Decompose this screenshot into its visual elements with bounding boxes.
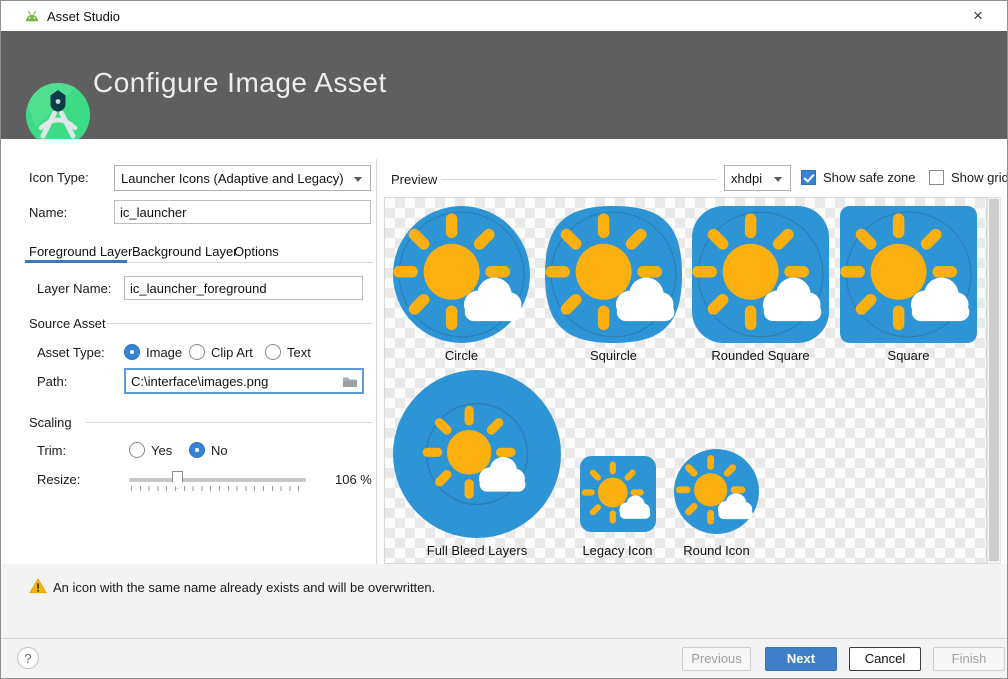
preview-caption: Full Bleed Layers [393,543,561,558]
layer-name-input[interactable] [124,276,363,300]
icon-type-label: Icon Type: [29,170,89,185]
density-value: xhdpi [731,171,762,186]
scaling-line [86,422,372,423]
scaling-title: Scaling [29,415,72,430]
source-asset-line [107,323,372,324]
resize-slider-ticks [131,486,307,491]
show-safe-zone-checkbox[interactable] [801,170,816,185]
scrollbar-thumb[interactable] [989,199,999,561]
cancel-button[interactable]: Cancel [849,647,921,671]
density-dropdown[interactable]: xhdpi [724,165,791,191]
radio-image[interactable] [124,344,140,360]
preview-icon-square [840,206,977,348]
finish-button[interactable]: Finish [933,647,1005,671]
folder-browse-icon[interactable] [342,375,358,393]
path-label: Path: [37,374,67,389]
icon-type-value: Launcher Icons (Adaptive and Legacy) [121,171,344,186]
show-grid-checkbox[interactable] [929,170,944,185]
preview-scrollbar[interactable] [987,197,1001,564]
radio-trim-yes[interactable] [129,442,145,458]
resize-value: 106 % [335,472,372,487]
preview-caption: Rounded Square [692,348,829,363]
panel-divider [376,159,377,564]
icon-type-dropdown[interactable]: Launcher Icons (Adaptive and Legacy) [114,165,371,191]
warning-icon [29,578,47,599]
preview-icon-round [674,449,759,539]
tab-options[interactable]: Options [234,244,279,259]
preview-caption: Square [840,348,977,363]
title-bar: Asset Studio × [1,1,1007,31]
preview-icon-full-bleed [393,370,561,543]
chevron-down-icon [354,177,362,182]
active-tab-underline [25,260,127,263]
tab-background-layer[interactable]: Background Layer [132,244,238,259]
warning-message: An icon with the same name already exist… [53,580,435,595]
page-title: Configure Image Asset [93,67,387,99]
show-grid-label[interactable]: Show grid [951,170,1008,185]
show-safe-zone-label[interactable]: Show safe zone [823,170,916,185]
radio-clip-art-label[interactable]: Clip Art [211,345,253,360]
window-title: Asset Studio [47,9,120,24]
previous-button[interactable]: Previous [682,647,751,671]
preview-icon-squircle [545,206,682,348]
preview-icon-circle [393,206,530,348]
android-logo-icon [23,9,41,28]
radio-clip-art[interactable] [189,344,205,360]
footer-divider [1,638,1007,639]
preview-caption: Squircle [545,348,682,363]
asset-type-label: Asset Type: [37,345,105,360]
preview-panel: Circle Squircle Rounded Square Square Fu… [384,197,987,564]
radio-trim-yes-label[interactable]: Yes [151,443,172,458]
source-asset-title: Source Asset [29,316,106,331]
help-button[interactable]: ? [17,647,39,669]
radio-image-label[interactable]: Image [146,345,182,360]
next-button[interactable]: Next [765,647,837,671]
tab-foreground-layer[interactable]: Foreground Layer [29,244,132,259]
dialog-header: Configure Image Asset [1,31,1007,139]
chevron-down-icon [774,177,782,182]
preview-icon-legacy [580,456,656,537]
path-input[interactable] [124,368,364,394]
close-button[interactable]: × [963,5,993,27]
resize-slider-track[interactable] [129,478,306,482]
radio-trim-no-label[interactable]: No [211,443,228,458]
asset-studio-dialog: Asset Studio × Configure Image Asset Ico… [0,0,1008,679]
name-label: Name: [29,205,67,220]
preview-icon-rounded-square [692,206,829,348]
preview-title: Preview [391,172,437,187]
layer-name-label: Layer Name: [37,281,111,296]
trim-label: Trim: [37,443,66,458]
preview-line [441,179,717,180]
preview-caption: Legacy Icon [560,543,675,558]
radio-text-label[interactable]: Text [287,345,311,360]
preview-caption: Circle [393,348,530,363]
preview-caption: Round Icon [669,543,764,558]
radio-text[interactable] [265,344,281,360]
radio-trim-no[interactable] [189,442,205,458]
resize-label: Resize: [37,472,80,487]
name-input[interactable] [114,200,371,224]
